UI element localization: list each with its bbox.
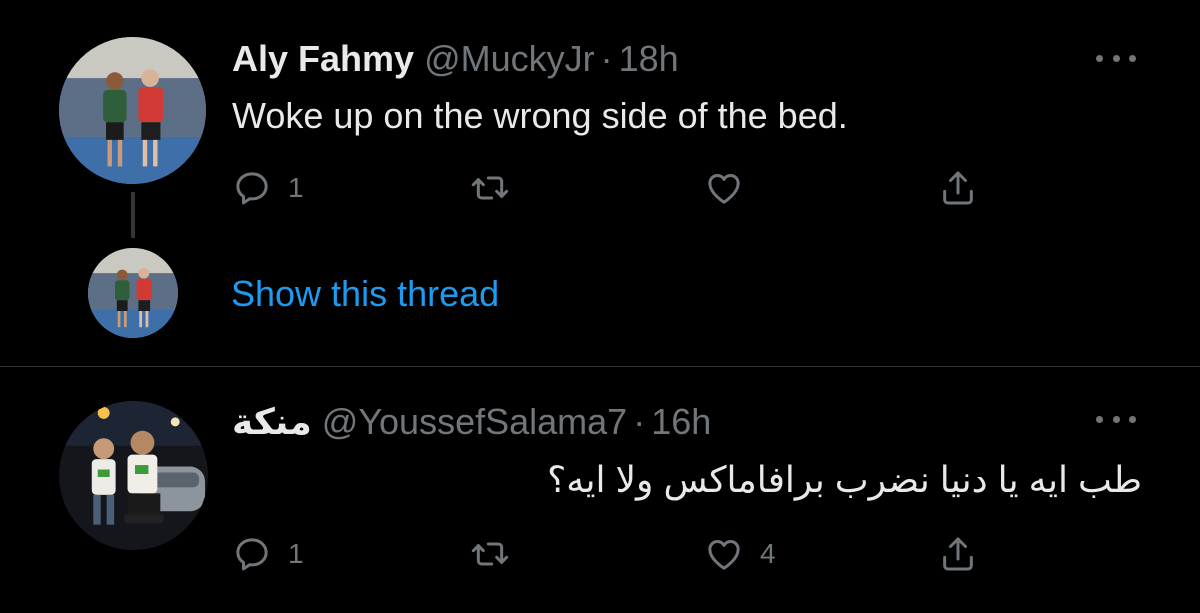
tweet-actions: 1 bbox=[232, 168, 992, 208]
more-icon[interactable] bbox=[1096, 409, 1136, 429]
like-count: 4 bbox=[760, 538, 776, 569]
reply-count: 1 bbox=[288, 172, 304, 203]
like-icon bbox=[708, 540, 740, 570]
like-icon bbox=[708, 174, 740, 204]
author-name[interactable]: منكة bbox=[232, 401, 312, 442]
tweet-header: Aly Fahmy @MuckyJr · 18h bbox=[232, 37, 679, 81]
tweet-header: منكة @YoussefSalama7 · 16h bbox=[232, 400, 711, 444]
retweet-button[interactable] bbox=[470, 168, 526, 208]
retweet-button[interactable] bbox=[470, 534, 526, 574]
thread-avatar[interactable] bbox=[88, 248, 178, 338]
retweet-icon bbox=[471, 542, 509, 566]
reply-count: 1 bbox=[288, 538, 304, 569]
timestamp[interactable]: 18h bbox=[619, 38, 679, 79]
reply-button[interactable]: 1 bbox=[232, 168, 304, 208]
separator: · bbox=[633, 401, 646, 442]
tweet-text: طب ايه يا دنيا نضرب برافاماكس ولا ايه؟ bbox=[547, 459, 1142, 500]
like-button[interactable] bbox=[704, 168, 760, 208]
tweet[interactable]: منكة @YoussefSalama7 · 16h طب ايه يا دنيا … bbox=[0, 367, 1200, 613]
avatar[interactable] bbox=[59, 401, 208, 550]
share-icon bbox=[943, 171, 973, 205]
tweet-actions: 1 4 bbox=[232, 534, 992, 574]
thread-connector bbox=[131, 192, 135, 238]
tweet-text: Woke up on the wrong side of the bed. bbox=[232, 95, 848, 136]
timeline: Aly Fahmy @MuckyJr · 18h Woke up on the wr… bbox=[0, 0, 1200, 613]
share-button[interactable] bbox=[938, 534, 978, 574]
tweet[interactable]: Aly Fahmy @MuckyJr · 18h Woke up on the wr… bbox=[0, 0, 1200, 366]
share-icon bbox=[943, 537, 973, 571]
author-handle[interactable]: @YoussefSalama7 bbox=[322, 401, 627, 442]
timestamp[interactable]: 16h bbox=[651, 401, 711, 442]
reply-icon bbox=[236, 172, 268, 205]
author-handle[interactable]: @MuckyJr bbox=[424, 38, 595, 79]
more-icon[interactable] bbox=[1096, 48, 1136, 68]
retweet-icon bbox=[471, 176, 509, 200]
author-name[interactable]: Aly Fahmy bbox=[232, 38, 414, 79]
show-thread-link[interactable]: Show this thread bbox=[231, 272, 499, 316]
share-button[interactable] bbox=[938, 168, 978, 208]
separator: · bbox=[600, 38, 613, 79]
like-button[interactable]: 4 bbox=[704, 534, 776, 574]
avatar[interactable] bbox=[59, 37, 206, 184]
reply-button[interactable]: 1 bbox=[232, 534, 304, 574]
reply-icon bbox=[236, 538, 268, 571]
